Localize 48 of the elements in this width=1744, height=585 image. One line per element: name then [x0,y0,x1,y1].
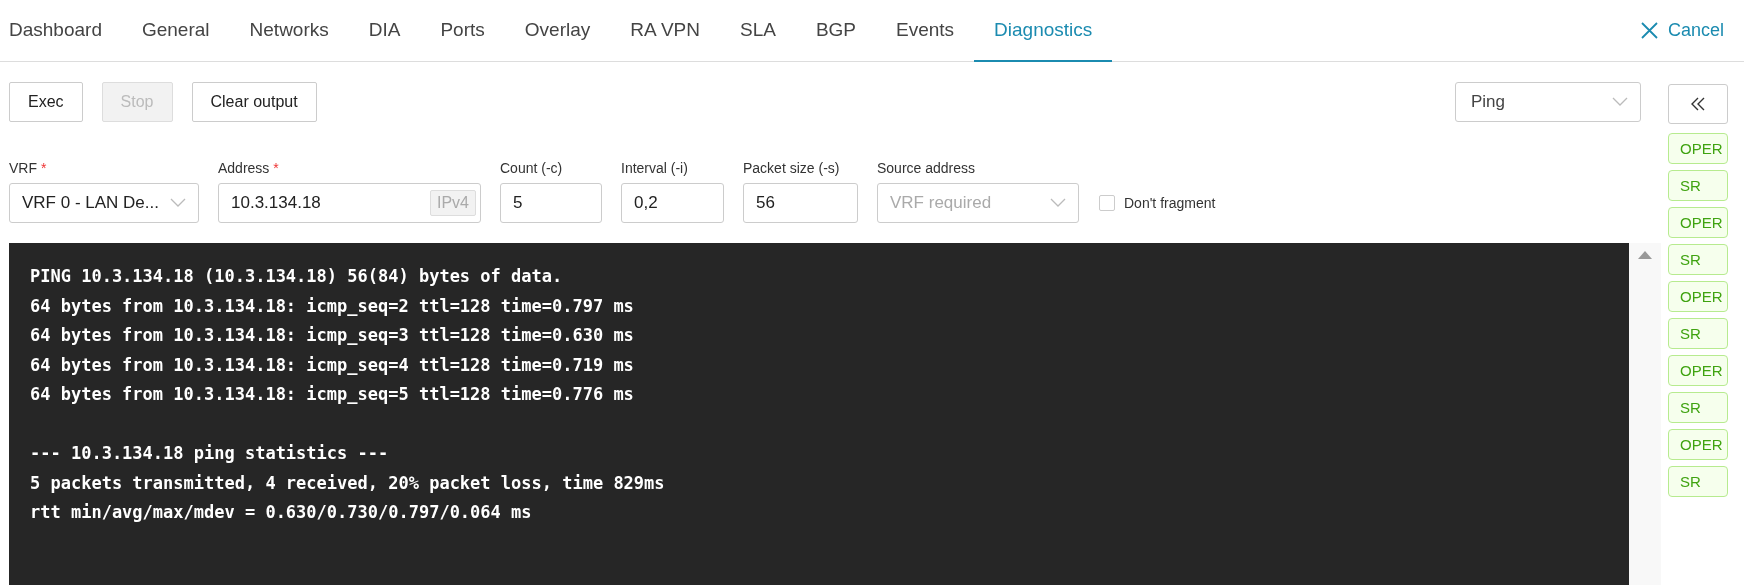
tab[interactable]: Dashboard [9,0,122,62]
input-field[interactable]: 0,2 [621,183,724,223]
tab[interactable]: DIA [348,0,421,62]
tab[interactable]: Overlay [504,0,611,62]
status-tag: OPER [1668,133,1728,164]
select-field[interactable]: VRF 0 - LAN De... [9,183,199,223]
input-field[interactable]: 10.3.134.18 IPv4 [218,183,481,223]
status-tag: SR [1668,244,1728,275]
status-tag: SR [1668,170,1728,201]
field-label: Interval (-i) [621,160,689,177]
tab[interactable]: RA VPN [610,0,720,62]
field-label: VRF * [9,160,48,177]
tab[interactable]: Diagnostics [974,0,1113,62]
cancel-button[interactable]: Cancel [1640,0,1724,61]
scrollbar[interactable] [1629,243,1661,585]
close-icon [1640,22,1658,39]
field-label: Address * [218,160,280,177]
status-tag: SR [1668,466,1728,497]
status-tag: OPER [1668,429,1728,460]
tab[interactable]: BGP [795,0,876,62]
status-tag: SR [1668,318,1728,349]
field-label: Packet size (-s) [743,160,841,177]
tab[interactable]: Events [876,0,975,62]
chevron-down-icon [170,198,186,208]
status-tag: OPER [1668,207,1728,238]
ip-version-tag: IPv4 [430,190,476,216]
checkbox-label[interactable]: Don't fragment [1099,183,1216,223]
chevron-down-icon [1050,198,1066,208]
double-chevron-left-icon [1691,97,1705,111]
tab[interactable]: General [121,0,230,62]
checkbox[interactable] [1099,195,1115,211]
tab[interactable]: Networks [229,0,349,62]
tab[interactable]: Ports [420,0,505,62]
field-label: Source address [877,160,977,177]
input-field[interactable]: 5 [500,183,602,223]
console-output: PING 10.3.134.18 (10.3.134.18) 56(84) bytes of data. 64 bytes from 10.3.134.18: icmp_seq=2 ttl=128 time=0.797 ms 64 bytes from 10.3.134.18: icmp_seq=3 ttl=128 time=0.630 ms 64 bytes from 10.3.134.18: icmp_seq=4 ttl=128 time=0.719 ms 64 bytes from 10.3.134.18: icmp_seq=5 ttl=128 time=0.776 ms --- 10.3.134.18 ping statistics --- 5 packets transmitted, 4 received, 20% packet loss, time 829ms rtt min/avg/max/mdev = 0.630/0.730/0.797/0.064 ms [9,243,1629,585]
tab[interactable]: SLA [719,0,796,62]
chevron-down-icon [1612,97,1628,107]
mode-select[interactable]: Ping [1455,82,1641,122]
action-button[interactable]: Clear output [191,82,317,122]
action-button[interactable]: Exec [9,82,83,122]
status-tag: SR [1668,392,1728,423]
status-tag: OPER [1668,355,1728,386]
status-tag: OPER [1668,281,1728,312]
field-label: Count (-c) [500,160,564,177]
input-field[interactable]: 56 [743,183,858,223]
scroll-up-arrow-icon [1638,251,1652,259]
collapse-button[interactable] [1668,84,1728,124]
